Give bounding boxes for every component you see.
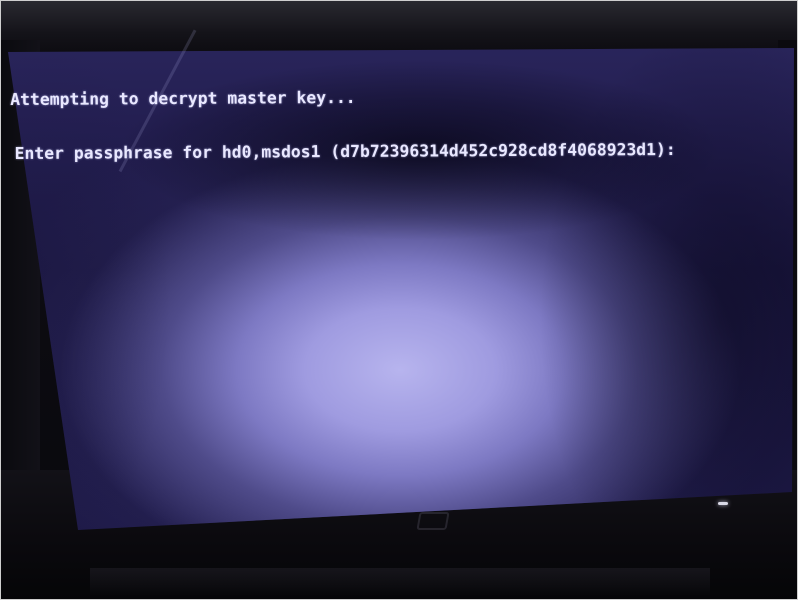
console-line-status: Attempting to decrypt master key... [10, 87, 356, 109]
boot-console: Attempting to decrypt master key... Ente… [10, 50, 791, 199]
passphrase-prompt-text: Enter passphrase for hd0,msdos1 (d7b7239… [14, 139, 676, 163]
keyboard-edge [90, 568, 710, 598]
photo-scene: Attempting to decrypt master key... Ente… [0, 0, 798, 600]
bezel-logo-icon [416, 512, 450, 530]
room-background [0, 0, 798, 55]
power-led-icon [718, 502, 728, 505]
passphrase-prompt[interactable]: Enter passphrase for hd0,msdos1 (d7b7239… [11, 140, 791, 163]
